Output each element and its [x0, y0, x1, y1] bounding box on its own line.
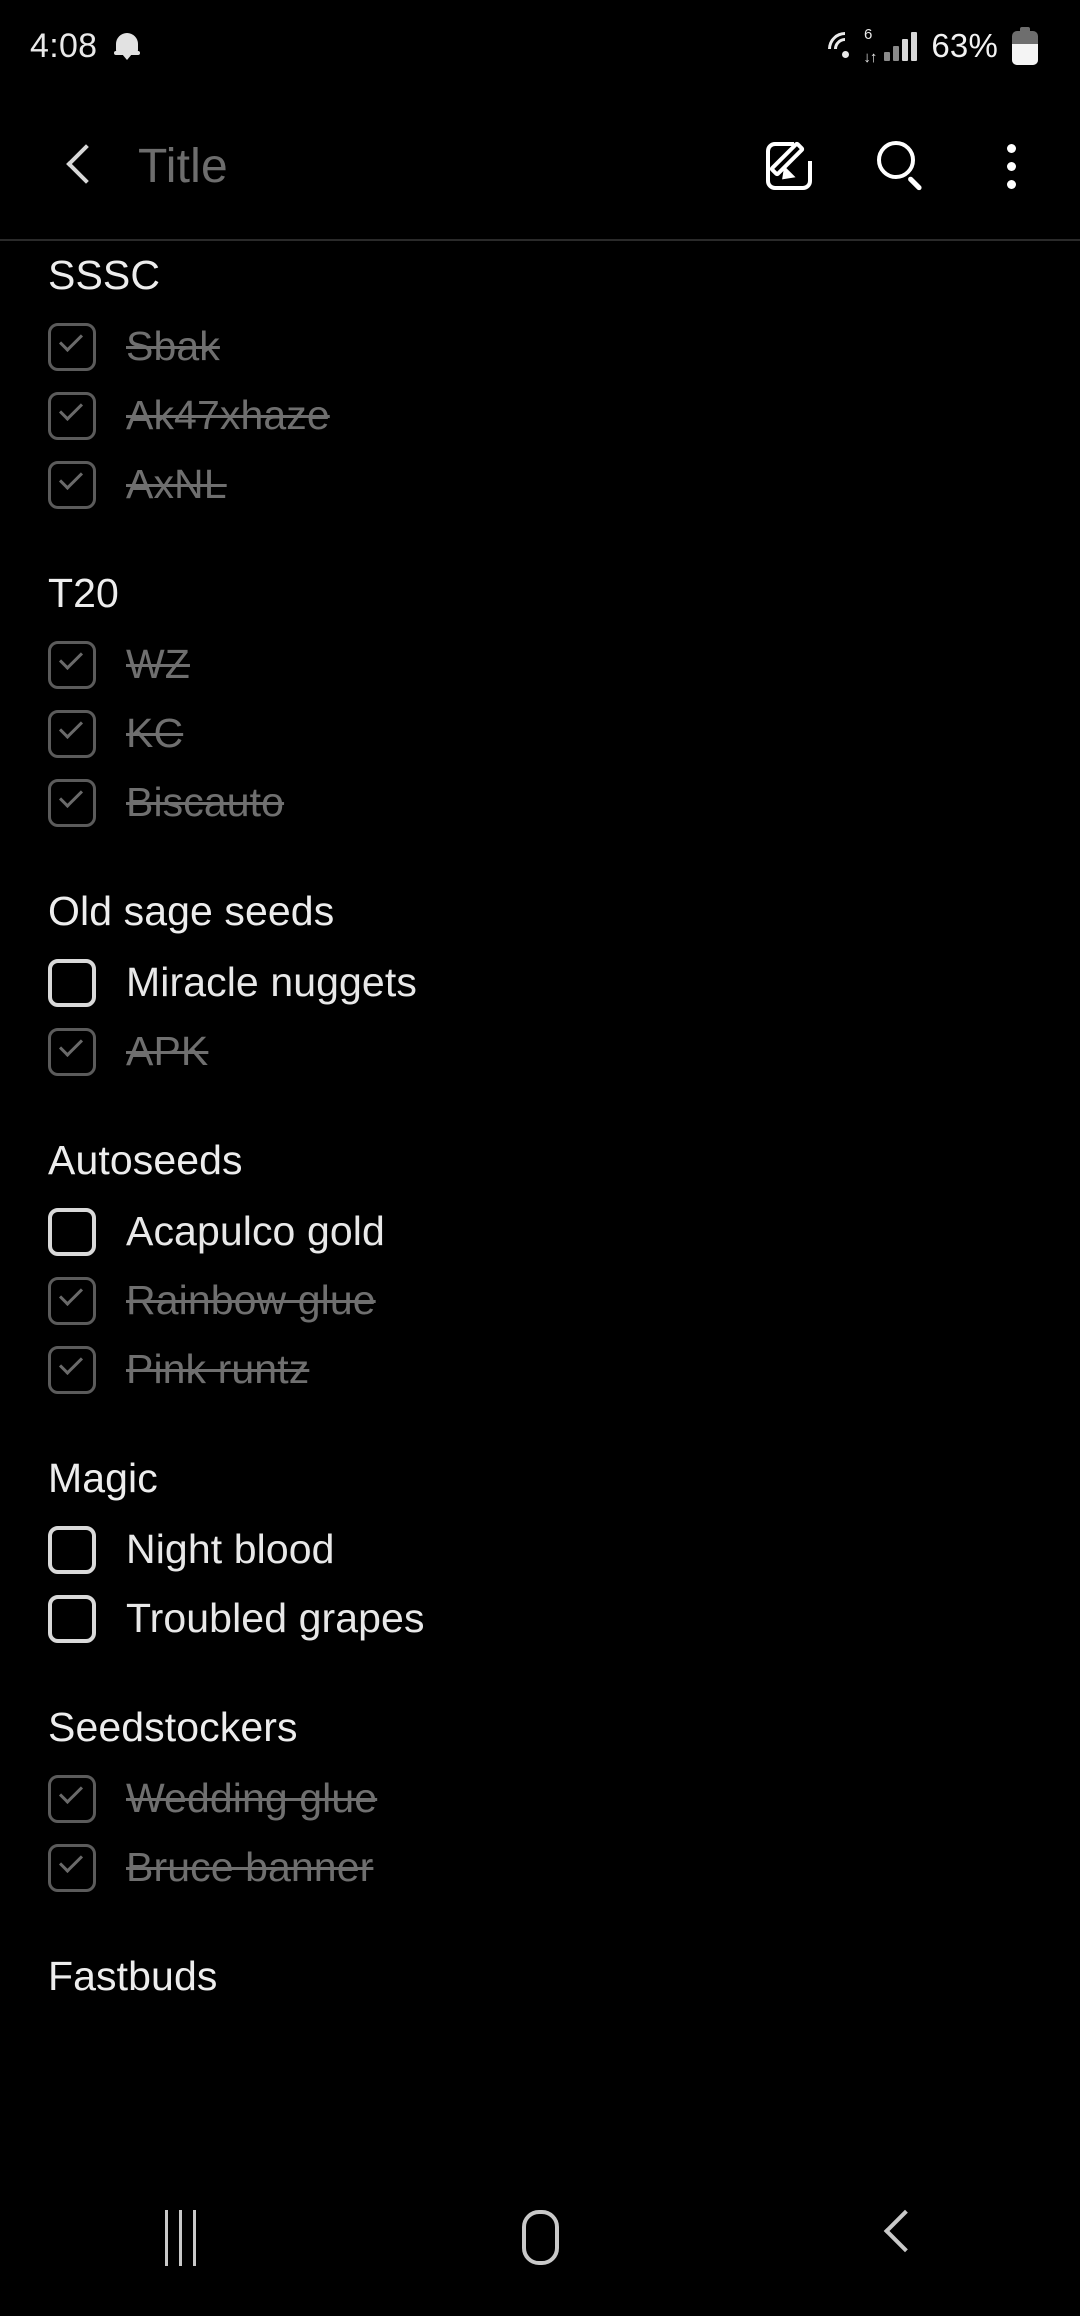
checklist-item-label: Ak47xhaze — [126, 392, 330, 438]
checklist-item-label: WZ — [126, 641, 190, 687]
wifi-icon: 6 ↓↑ — [821, 24, 877, 74]
checklist-item[interactable]: KC — [0, 699, 1080, 768]
checklist-item[interactable]: Ak47xhaze — [0, 381, 1080, 450]
wifi-transfer-icon: ↓↑ — [863, 49, 877, 66]
recents-icon[interactable] — [120, 2188, 240, 2288]
checkbox-checked-icon[interactable] — [48, 1774, 96, 1823]
wifi-generation-label: 6 — [864, 26, 873, 43]
back-chevron-icon[interactable] — [50, 137, 108, 195]
checklist-group: Magic Night blood Troubled grapes — [0, 1458, 1080, 1653]
search-icon[interactable] — [872, 137, 930, 195]
checkbox-unchecked-icon[interactable] — [48, 958, 96, 1007]
group-title: T20 — [48, 570, 119, 616]
group-title: Magic — [48, 1455, 158, 1501]
checkbox-unchecked-icon[interactable] — [48, 1207, 96, 1256]
checklist-item[interactable]: Troubled grapes — [0, 1584, 1080, 1653]
bell-icon — [113, 31, 141, 61]
checkbox-checked-icon[interactable] — [48, 391, 96, 440]
group-title: SSSC — [48, 252, 161, 298]
checklist-item[interactable]: Wedding glue — [0, 1764, 1080, 1833]
checklist-item[interactable]: APK — [0, 1017, 1080, 1086]
status-bar: 4:08 6 ↓↑ 63% — [0, 0, 1080, 92]
checkbox-checked-icon[interactable] — [48, 460, 96, 509]
checkbox-checked-icon[interactable] — [48, 709, 96, 758]
checklist-item[interactable]: Biscauto — [0, 768, 1080, 837]
checkbox-unchecked-icon[interactable] — [48, 1594, 96, 1643]
checklist-item-label: Sbak — [126, 323, 220, 369]
checklist-item-label: KC — [126, 710, 184, 756]
checklist-item-label: Biscauto — [126, 779, 285, 825]
checklist-item[interactable]: Rainbow glue — [0, 1266, 1080, 1335]
home-icon[interactable] — [480, 2188, 600, 2288]
group-title: Autoseeds — [48, 1137, 243, 1183]
checklist-item-label: AxNL — [126, 461, 227, 507]
checklist-item-label: Bruce banner — [126, 1844, 374, 1890]
checkbox-checked-icon[interactable] — [48, 322, 96, 371]
checklist-item[interactable]: WZ — [0, 630, 1080, 699]
checkbox-checked-icon[interactable] — [48, 1843, 96, 1892]
checklist-item[interactable]: Sbak — [0, 312, 1080, 381]
checklist-item-label: Acapulco gold — [126, 1208, 385, 1254]
group-title: Seedstockers — [48, 1704, 298, 1750]
checklist-item-label: APK — [126, 1028, 209, 1074]
status-time: 4:08 — [30, 26, 98, 65]
status-bar-right: 6 ↓↑ 63% — [821, 24, 1038, 74]
status-bar-left: 4:08 — [30, 27, 141, 66]
checklist-group: T20 WZ KC Biscauto — [0, 573, 1080, 837]
checkbox-checked-icon[interactable] — [48, 1027, 96, 1076]
checklist-item-label: Troubled grapes — [126, 1595, 425, 1641]
checkbox-checked-icon[interactable] — [48, 1345, 96, 1394]
checklist-group: Seedstockers Wedding glue Bruce banner — [0, 1707, 1080, 1902]
app-bar: Title — [0, 92, 1080, 240]
checklist-item-label: Night blood — [126, 1526, 335, 1572]
checklist-item[interactable]: Pink runtz — [0, 1335, 1080, 1404]
battery-percent-label: 63% — [931, 27, 998, 64]
compose-icon[interactable] — [762, 137, 820, 195]
checklist-group: SSSC Sbak Ak47xhaze AxNL — [0, 255, 1080, 519]
checklist-group: Fastbuds — [0, 1956, 1080, 1997]
checklist-group: Autoseeds Acapulco gold Rainbow glue Pink r… — [0, 1140, 1080, 1404]
checklist-item-label: Wedding glue — [126, 1775, 378, 1821]
nav-back-icon[interactable] — [840, 2188, 960, 2288]
checklist-item-label: Rainbow glue — [126, 1277, 376, 1323]
battery-fill — [1012, 43, 1038, 65]
battery-icon — [1012, 27, 1038, 65]
checklist-group: Old sage seeds Miracle nuggets APK — [0, 891, 1080, 1086]
checklist-item[interactable]: Night blood — [0, 1515, 1080, 1584]
checklist-item[interactable]: Bruce banner — [0, 1833, 1080, 1902]
checklist-groups: SSSC Sbak Ak47xhaze AxNL T20 WZ KC Biscauto Old … — [0, 255, 1080, 1997]
more-options-icon[interactable] — [982, 137, 1040, 195]
checklist-item[interactable]: Acapulco gold — [0, 1197, 1080, 1266]
checkbox-unchecked-icon[interactable] — [48, 1525, 96, 1574]
group-title: Old sage seeds — [48, 888, 335, 934]
checkbox-checked-icon[interactable] — [48, 1276, 96, 1325]
cellular-signal-icon — [884, 31, 918, 61]
checklist-content[interactable]: SSSC Sbak Ak47xhaze AxNL T20 WZ KC Biscauto Old … — [0, 241, 1080, 2160]
checkbox-checked-icon[interactable] — [48, 778, 96, 827]
group-title: Fastbuds — [48, 1953, 218, 1999]
checklist-item[interactable]: Miracle nuggets — [0, 948, 1080, 1017]
checkbox-checked-icon[interactable] — [48, 640, 96, 689]
checklist-item-label: Pink runtz — [126, 1346, 310, 1392]
phone-screen: 4:08 6 ↓↑ 63% Title SSSC Sbak Ak47xhaze … — [0, 0, 1080, 2316]
navigation-bar — [0, 2160, 1080, 2316]
checklist-item[interactable]: AxNL — [0, 450, 1080, 519]
app-bar-actions — [762, 137, 1040, 195]
page-title[interactable]: Title — [138, 139, 762, 194]
checklist-item-label: Miracle nuggets — [126, 959, 417, 1005]
